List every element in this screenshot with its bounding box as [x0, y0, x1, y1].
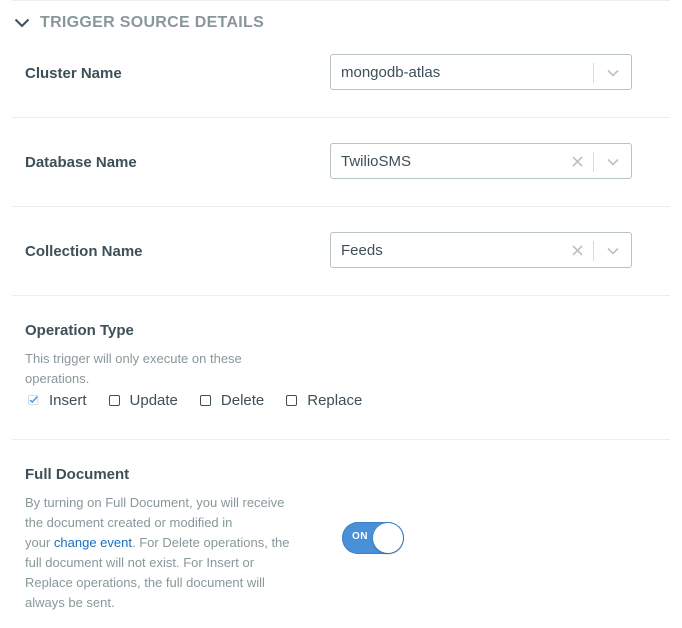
change-event-link[interactable]: change event [54, 535, 132, 550]
divider [12, 117, 670, 118]
select-separator [593, 63, 594, 83]
toggle-state-label: ON [352, 531, 368, 542]
description-line: full document will not exist. For Insert… [25, 555, 255, 570]
collection-name-label: Collection Name [25, 243, 143, 260]
operation-type-label: Operation Type [25, 322, 134, 339]
divider [12, 206, 670, 207]
top-border [12, 0, 670, 1]
operation-option-label: Delete [220, 391, 265, 409]
toggle-knob[interactable] [373, 523, 403, 553]
operation-type-description: This trigger will only execute on these … [25, 349, 242, 389]
checkbox[interactable] [108, 394, 120, 406]
cluster-name-select[interactable]: mongodb-atlas [330, 54, 632, 90]
divider [12, 295, 670, 296]
chevron-down-icon[interactable] [603, 63, 623, 83]
database-name-value: TwilioSMS [341, 153, 412, 170]
checkbox[interactable] [286, 394, 298, 406]
clear-icon[interactable] [569, 153, 585, 169]
database-name-label: Database Name [25, 154, 137, 171]
full-document-toggle[interactable]: ON [342, 522, 404, 554]
operation-option-label: Update [129, 391, 178, 409]
full-document-description: By turning on Full Document, you will re… [25, 493, 290, 613]
full-document-label: Full Document [25, 466, 130, 483]
description-line: This trigger will only execute on these [25, 351, 242, 366]
database-name-select[interactable]: TwilioSMS [330, 143, 632, 179]
clear-icon[interactable] [569, 242, 585, 258]
section-title: TRIGGER SOURCE DETAILS [40, 14, 265, 31]
description-line: operations. [25, 371, 90, 386]
cluster-name-value: mongodb-atlas [341, 64, 441, 81]
checkbox-checked[interactable] [28, 394, 39, 406]
description-line: By turning on Full Document, you will re… [25, 495, 285, 510]
operation-option-replace[interactable]: Replace [286, 392, 362, 409]
chevron-down-icon[interactable] [12, 13, 32, 33]
description-line: the document created or modified in [25, 515, 233, 530]
select-separator [593, 241, 594, 261]
collection-name-value: Feeds [341, 242, 383, 259]
select-separator [593, 152, 594, 172]
operation-option-label: Insert [49, 391, 87, 409]
operation-option-update[interactable]: Update [108, 391, 178, 409]
chevron-down-icon[interactable] [603, 241, 623, 261]
check-icon [28, 394, 39, 406]
collection-name-select[interactable]: Feeds [330, 232, 632, 268]
description-line: Replace operations, the full document wi… [25, 575, 265, 590]
chevron-down-icon[interactable] [603, 152, 623, 172]
cluster-name-label: Cluster Name [25, 65, 122, 82]
operation-option-insert[interactable]: Insert [28, 392, 87, 409]
description-line: your change event. For Delete operations… [25, 533, 290, 553]
operation-option-label: Replace [307, 391, 363, 409]
description-text: . For Delete operations, the [131, 535, 290, 550]
operation-option-delete[interactable]: Delete [199, 391, 265, 409]
operation-options: Insert Update Delete Replace [28, 390, 384, 410]
divider [12, 439, 670, 440]
checkbox[interactable] [199, 394, 211, 406]
description-text: your [25, 535, 54, 550]
section-header[interactable]: TRIGGER SOURCE DETAILS [12, 11, 264, 35]
description-line: always be sent. [25, 595, 115, 610]
